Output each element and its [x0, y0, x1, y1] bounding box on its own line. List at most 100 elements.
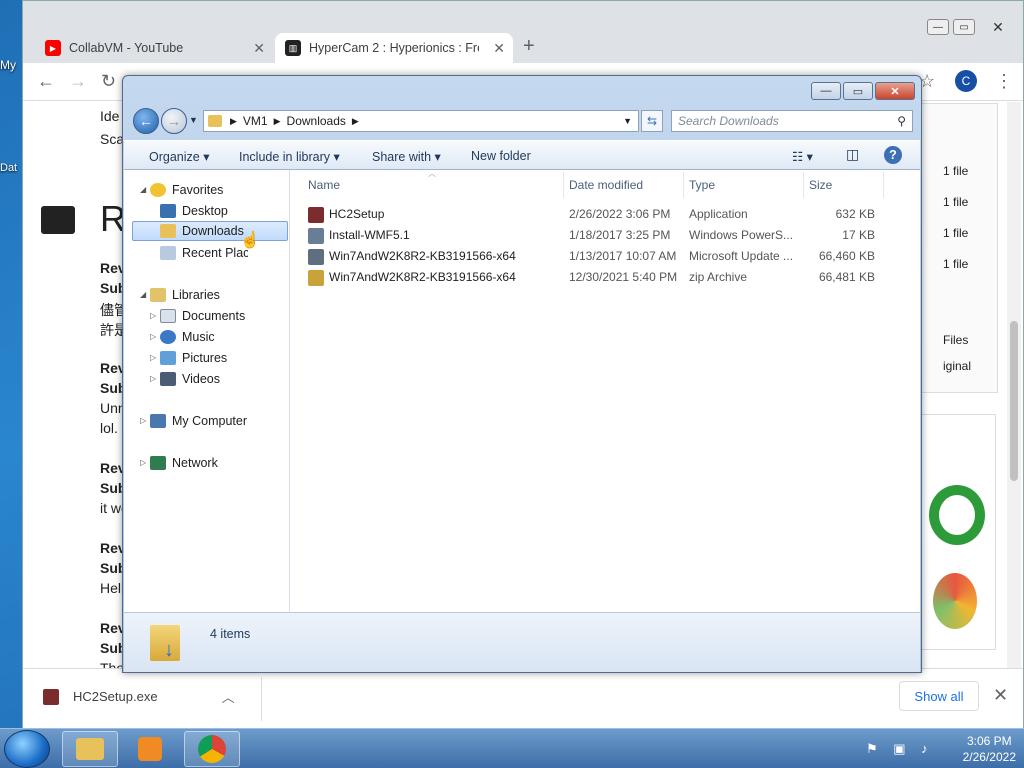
search-input[interactable]: Search Downloads ⚲: [671, 110, 913, 132]
minimize-button[interactable]: —: [811, 82, 841, 100]
column-header-type[interactable]: Type: [689, 178, 715, 192]
media-player-icon: [138, 737, 162, 761]
nav-desktop[interactable]: Desktop: [160, 201, 228, 221]
address-dropdown-icon[interactable]: ▼: [623, 116, 632, 126]
pictures-icon: [160, 351, 176, 365]
file-row[interactable]: HC2Setup 2/26/2022 3:06 PM Application 6…: [308, 204, 878, 224]
column-header-date[interactable]: Date modified: [569, 178, 643, 192]
page-text: Tho: [100, 660, 125, 668]
nav-recent-places[interactable]: Recent Places: [160, 243, 248, 263]
close-button[interactable]: ✕: [979, 19, 1017, 35]
taskbar-chrome-button[interactable]: [184, 731, 240, 767]
back-button[interactable]: ←: [133, 108, 159, 134]
mouse-cursor-icon: ☝: [240, 232, 260, 249]
file-type: Windows PowerS...: [689, 228, 794, 242]
recent-pages-dropdown-icon[interactable]: ▼: [189, 115, 198, 125]
powershell-script-icon: [308, 228, 324, 244]
nav-my-computer[interactable]: My Computer: [150, 411, 247, 431]
youtube-icon: ▶: [45, 40, 61, 56]
chevron-right-icon[interactable]: ▶: [230, 116, 237, 127]
file-date: 1/13/2017 10:07 AM: [569, 249, 677, 263]
reload-icon[interactable]: ↻: [101, 71, 116, 92]
nav-pictures[interactable]: Pictures: [160, 348, 227, 368]
refresh-button[interactable]: ⇆: [641, 110, 663, 132]
taskbar-explorer-button[interactable]: [62, 731, 118, 767]
file-row[interactable]: Win7AndW2K8R2-KB3191566-x64 1/13/2017 10…: [308, 246, 878, 266]
nav-favorites[interactable]: Favorites: [150, 180, 223, 200]
taskbar: ⚑ ▣ ♪ 3:06 PM 2/26/2022: [0, 728, 1024, 768]
menu-icon[interactable]: ⋮: [995, 71, 1013, 92]
forward-icon[interactable]: →: [69, 71, 87, 92]
expand-icon[interactable]: ▷: [150, 332, 156, 341]
chevron-right-icon[interactable]: ▶: [274, 116, 281, 127]
help-icon[interactable]: ?: [884, 146, 902, 164]
file-name: Install-WMF5.1: [329, 228, 410, 242]
close-button[interactable]: ✕: [875, 82, 915, 100]
include-in-library-menu[interactable]: Include in library ▾: [239, 149, 340, 164]
green-logo-icon: [929, 485, 985, 545]
nav-videos[interactable]: Videos: [160, 369, 220, 389]
download-item[interactable]: HC2Setup.exe ︿: [43, 687, 235, 706]
close-icon[interactable]: ✕: [493, 40, 505, 57]
forward-button[interactable]: →: [161, 108, 187, 134]
view-options-icon[interactable]: ☷ ▾: [792, 149, 813, 164]
tab-collabvm[interactable]: ▶ CollabVM - YouTube ✕: [35, 33, 273, 63]
nav-documents[interactable]: Documents: [160, 306, 245, 326]
expand-icon[interactable]: ▷: [150, 311, 156, 320]
nav-music[interactable]: Music: [160, 327, 215, 347]
expand-icon[interactable]: ▷: [140, 458, 146, 467]
new-tab-button[interactable]: +: [523, 35, 535, 58]
expand-icon[interactable]: ▷: [150, 353, 156, 362]
file-row[interactable]: Install-WMF5.1 1/18/2017 3:25 PM Windows…: [308, 225, 878, 245]
organize-menu[interactable]: Organize ▾: [149, 149, 209, 164]
download-bar: HC2Setup.exe ︿ Show all ✕: [23, 668, 1023, 728]
expand-icon[interactable]: ▷: [140, 416, 146, 425]
folder-icon: [76, 738, 104, 760]
column-header-name[interactable]: Name: [308, 178, 340, 192]
expand-icon[interactable]: ◢: [140, 290, 146, 299]
nav-downloads[interactable]: Downloads: [132, 221, 288, 241]
clock[interactable]: 3:06 PM 2/26/2022: [963, 733, 1016, 765]
new-folder-button[interactable]: New folder: [471, 149, 531, 163]
system-tray-icons[interactable]: ⚑ ▣ ♪: [866, 741, 934, 757]
nav-network[interactable]: Network: [150, 453, 218, 473]
start-button[interactable]: [4, 730, 50, 768]
download-file-name: HC2Setup.exe: [73, 689, 158, 704]
breadcrumb-vm1[interactable]: VM1: [243, 114, 268, 128]
chevron-right-icon[interactable]: ▶: [352, 116, 359, 127]
file-name: HC2Setup: [329, 207, 385, 221]
nav-libraries[interactable]: Libraries: [150, 285, 220, 305]
file-type: Application: [689, 207, 748, 221]
original-link[interactable]: iginal: [943, 359, 971, 373]
navigation-pane: ◢ Favorites Desktop Downloads Recent Pla…: [124, 170, 290, 612]
scrollbar-thumb[interactable]: [1010, 321, 1018, 481]
share-with-menu[interactable]: Share with ▾: [372, 149, 441, 164]
file-name: Win7AndW2K8R2-KB3191566-x64: [329, 249, 516, 263]
minimize-button[interactable]: —: [927, 19, 949, 35]
preview-pane-icon[interactable]: ◫: [846, 146, 859, 163]
maximize-button[interactable]: ▭: [953, 19, 975, 35]
maximize-button[interactable]: ▭: [843, 82, 873, 100]
expand-icon[interactable]: ◢: [140, 185, 146, 194]
search-icon[interactable]: ⚲: [897, 114, 906, 128]
downloads-folder-icon: [160, 224, 176, 238]
address-bar[interactable]: ▶ VM1 ▶ Downloads ▶ ▼: [203, 110, 639, 132]
file-row[interactable]: Win7AndW2K8R2-KB3191566-x64 12/30/2021 5…: [308, 267, 878, 287]
avatar[interactable]: C: [955, 70, 977, 92]
back-icon[interactable]: ←: [37, 71, 55, 92]
explorer-window: — ▭ ✕ ← → ▼ ▶ VM1 ▶ Downloads ▶ ▼ ⇆ Sear…: [122, 75, 922, 673]
archive-icon: ▥: [285, 40, 301, 56]
files-link[interactable]: Files: [943, 333, 968, 347]
show-all-button[interactable]: Show all: [899, 681, 979, 711]
taskbar-media-player-button[interactable]: [122, 731, 178, 767]
item-count: 4 items: [210, 627, 251, 641]
close-icon[interactable]: ✕: [253, 40, 265, 57]
divider: [563, 172, 564, 198]
close-icon[interactable]: ✕: [993, 685, 1008, 706]
expand-icon[interactable]: ▷: [150, 374, 156, 383]
column-header-size[interactable]: Size: [809, 178, 832, 192]
breadcrumb-downloads[interactable]: Downloads: [287, 114, 346, 128]
app-logo-card: [918, 414, 996, 650]
tab-hypercam[interactable]: ▥ HyperCam 2 : Hyperionics : Free ✕: [275, 33, 513, 63]
chevron-up-icon[interactable]: ︿: [222, 687, 235, 706]
